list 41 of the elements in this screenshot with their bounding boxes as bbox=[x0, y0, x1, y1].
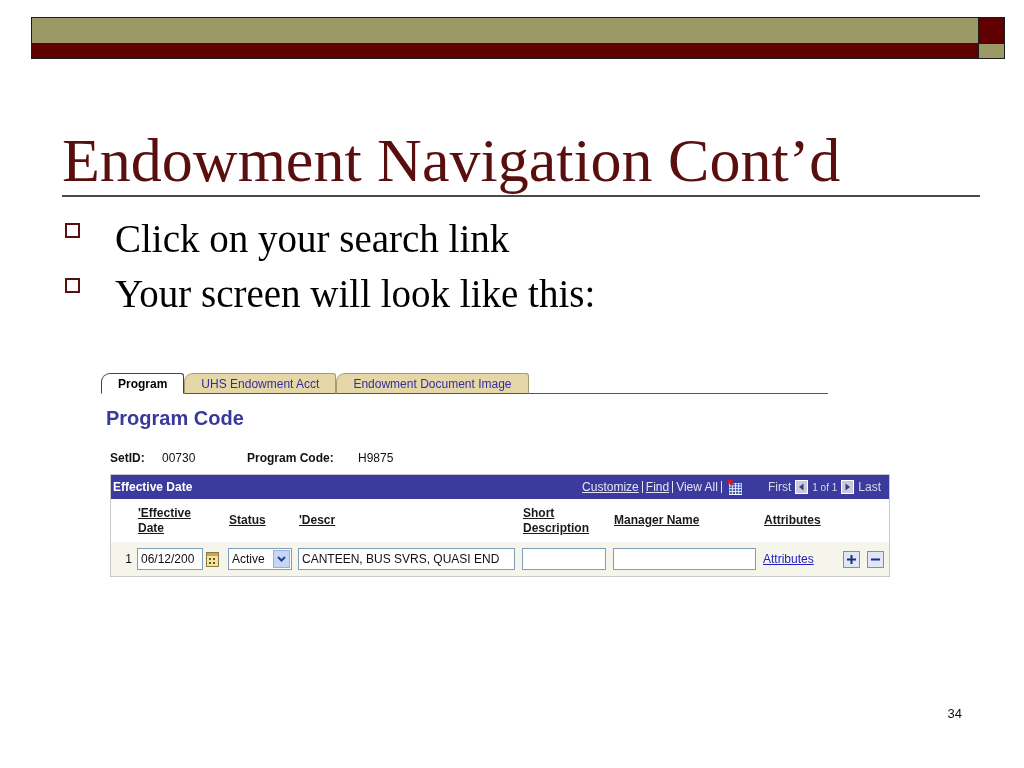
column-header[interactable]: 'Effective Date bbox=[138, 505, 204, 536]
field-label: Program Code: bbox=[247, 450, 334, 466]
previous-page-icon[interactable] bbox=[795, 480, 809, 494]
page-tab[interactable]: Endowment Document Image bbox=[336, 373, 529, 394]
calendar-icon[interactable] bbox=[206, 551, 219, 567]
row-number: 1 bbox=[125, 552, 132, 566]
date-field[interactable]: 06/12/200 bbox=[137, 548, 203, 570]
column-header[interactable]: Manager Name bbox=[614, 513, 700, 528]
bullet-square-icon bbox=[65, 278, 80, 293]
page-tab[interactable]: UHS Endowment Acct bbox=[184, 373, 337, 394]
bullet-square-icon bbox=[65, 223, 80, 238]
grid-tool-link[interactable]: Find bbox=[645, 480, 670, 494]
column-header[interactable]: Status bbox=[229, 513, 266, 528]
attributes-link[interactable]: Attributes bbox=[763, 552, 814, 566]
field-label: SetID: bbox=[110, 450, 145, 466]
column-header[interactable]: 'Descr bbox=[299, 513, 336, 528]
status-select[interactable]: Active bbox=[228, 548, 292, 570]
delete-row-button[interactable] bbox=[867, 550, 884, 568]
text-field[interactable] bbox=[613, 548, 756, 570]
field-value: H9875 bbox=[358, 450, 394, 466]
add-row-button[interactable] bbox=[843, 550, 860, 568]
slide-title: Endowment Navigation Cont’d bbox=[62, 126, 841, 194]
field-value: 00730 bbox=[162, 450, 196, 466]
page-heading: Program Code bbox=[106, 406, 244, 430]
last-link[interactable]: Last bbox=[858, 480, 881, 494]
bullet-text: Your screen will look like this: bbox=[115, 271, 596, 317]
text-field[interactable]: CANTEEN, BUS SVRS, QUASI END bbox=[298, 548, 515, 570]
page-number: 34 bbox=[947, 706, 962, 721]
page-range: 1 of 1 bbox=[812, 481, 838, 493]
column-header[interactable]: Short Description bbox=[523, 505, 608, 536]
grid-title: Effective Date bbox=[113, 480, 193, 494]
column-header[interactable]: Attributes bbox=[764, 513, 821, 528]
plus-icon bbox=[846, 553, 857, 565]
first-link[interactable]: First bbox=[767, 480, 792, 494]
bullet-text: Click on your search link bbox=[115, 216, 510, 263]
text-field[interactable] bbox=[522, 548, 606, 570]
page-tab[interactable]: Program bbox=[101, 373, 185, 394]
grid-tool-link[interactable]: Customize bbox=[582, 480, 639, 494]
next-page-icon[interactable] bbox=[841, 480, 855, 494]
grid-download-icon[interactable] bbox=[727, 479, 742, 495]
minus-icon bbox=[870, 557, 881, 561]
